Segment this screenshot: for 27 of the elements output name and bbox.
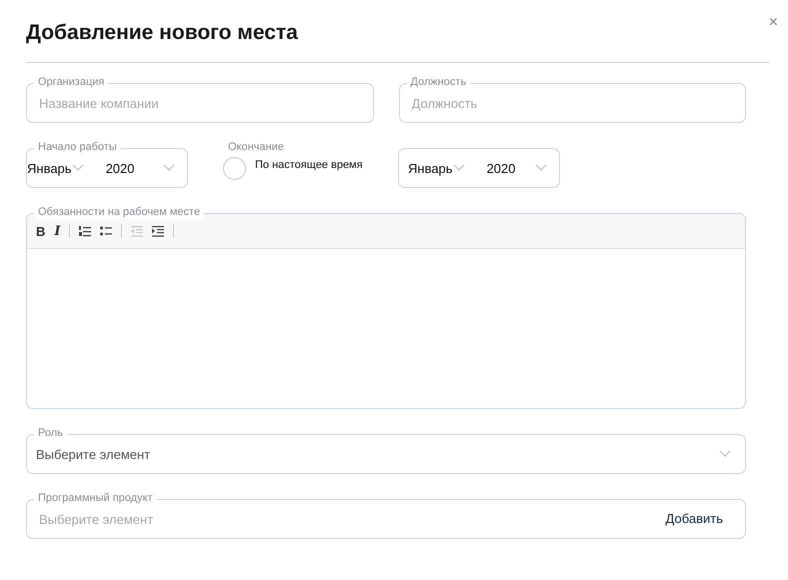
month-select[interactable]: Январь (408, 160, 453, 176)
month-select[interactable]: Январь (27, 160, 72, 176)
field-label: Должность (406, 76, 470, 89)
chevron-down-icon (452, 164, 465, 172)
field-label: Обязанности на рабочем месте (34, 206, 204, 219)
chevron-down-icon (72, 164, 84, 172)
bullet-list-icon[interactable] (100, 224, 112, 238)
year-select[interactable]: 2020 (106, 160, 134, 176)
field-label: Организация (34, 76, 108, 89)
field-label: Программный продукт (34, 492, 157, 505)
indent-icon[interactable] (152, 224, 164, 238)
field-label: Начало работы (34, 141, 121, 154)
dialog-title: Добавление нового места (26, 20, 299, 46)
italic-button[interactable]: I (54, 224, 60, 238)
ordered-list-icon[interactable] (79, 224, 92, 238)
bold-button[interactable]: B (36, 224, 46, 238)
chevron-down-icon (535, 164, 547, 172)
select-value: Выберите элемент (36, 446, 152, 462)
add-button[interactable]: Добавить (666, 511, 723, 526)
radio-label: По настоящее время (255, 158, 363, 170)
close-button[interactable]: × (768, 14, 778, 32)
radio-button[interactable] (223, 157, 246, 180)
chevron-down-icon (163, 164, 175, 172)
chevron-down-icon (719, 450, 731, 458)
end-date-field[interactable]: Январь 2020 (398, 148, 560, 188)
year-select[interactable]: 2020 (486, 160, 516, 176)
field-label: Окончание (228, 141, 285, 154)
